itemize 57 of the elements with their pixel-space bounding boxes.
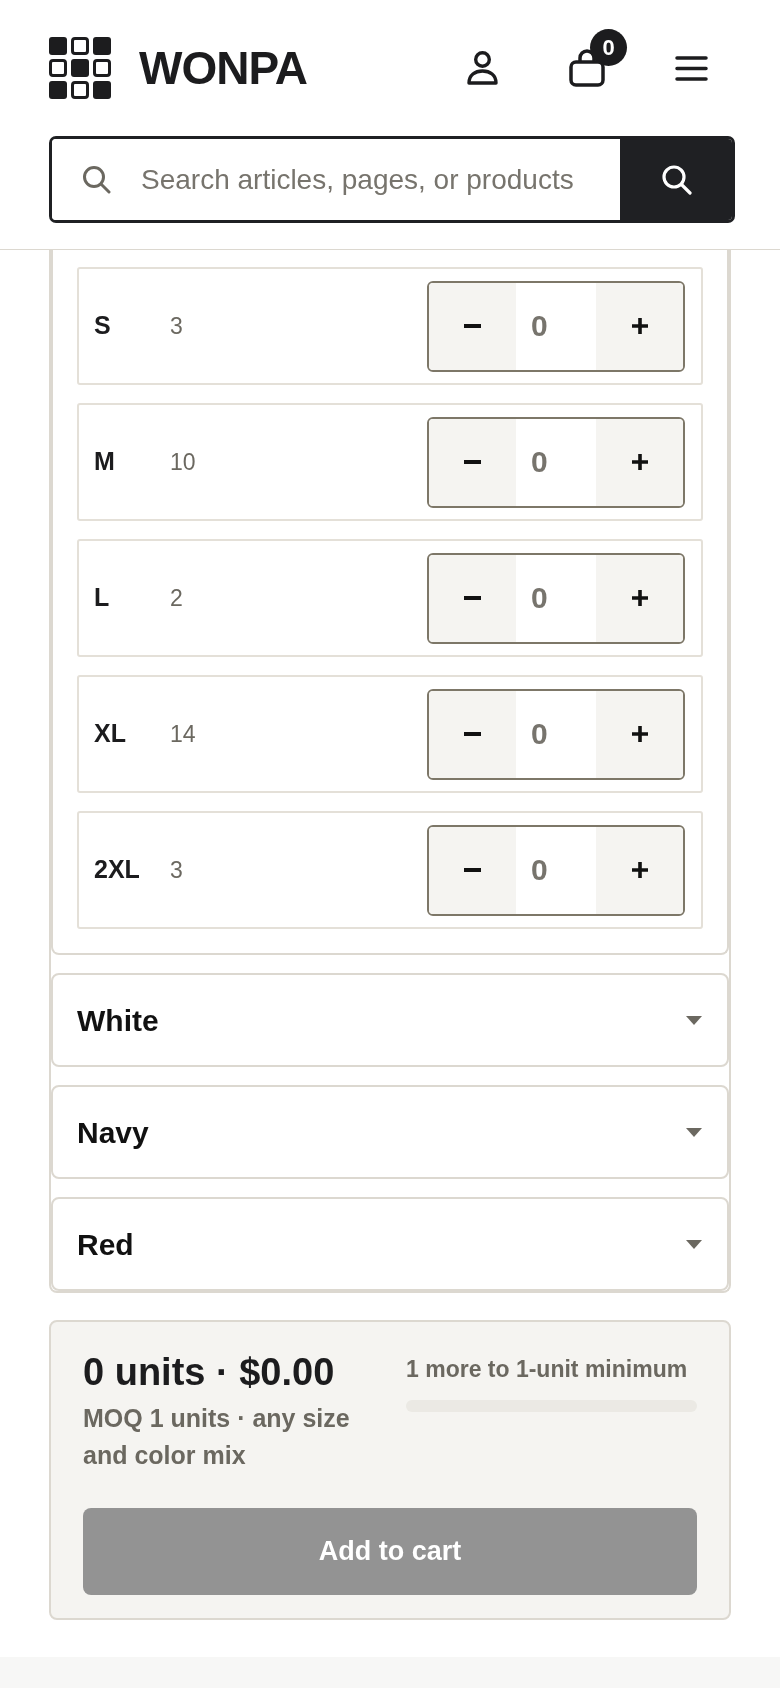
menu-icon [675,55,708,81]
stock-count: 14 [170,719,196,749]
increase-button[interactable] [596,690,683,778]
color-accordion-header[interactable]: Red [51,1197,729,1291]
stock-count: 3 [170,311,183,341]
size-label: 2XL [94,854,141,886]
increase-button[interactable] [596,282,683,370]
decrease-button[interactable] [429,554,516,642]
quantity-stepper[interactable]: 0 [427,552,685,644]
decrease-button[interactable] [429,282,516,370]
size-label: S [94,310,112,342]
decrease-button[interactable] [429,418,516,506]
search-button[interactable] [620,139,732,220]
plus-icon [631,726,648,742]
search-icon [660,164,692,195]
caret-icon [686,1239,702,1249]
cart-count-badge: 0 [590,29,627,66]
order-total: 0 units · $0.00 [83,1350,336,1395]
increase-button[interactable] [596,554,683,642]
minus-icon [464,324,481,328]
plus-icon [631,862,648,878]
person-icon [467,51,498,85]
caret-icon [686,1015,702,1025]
shopping-bag-icon [569,49,605,87]
quantity-stepper[interactable]: 0 [427,280,685,372]
increase-button[interactable] [596,418,683,506]
minus-icon [464,868,481,872]
decrease-button[interactable] [429,826,516,914]
quantity-stepper[interactable]: 0 [427,824,685,916]
size-label: L [94,582,111,614]
plus-icon [631,454,648,470]
minus-icon [464,596,481,600]
home-link[interactable]: WONPA [49,37,307,99]
stock-count: 3 [170,855,183,885]
menu-button[interactable] [675,55,708,81]
progress-label: 1 more to 1-unit minimum [406,1355,689,1384]
stock-count: 10 [170,447,196,477]
plus-icon [631,590,648,606]
moq-note: MOQ 1 units · any size and color mix [83,1403,351,1471]
search-icon [82,165,111,194]
decrease-button[interactable] [429,690,516,778]
logo-icon [49,37,111,99]
minus-icon [464,732,481,736]
account-button[interactable] [467,51,498,85]
color-accordion-header[interactable]: Navy [51,1085,729,1179]
size-label: XL [94,718,127,750]
quantity-stepper[interactable]: 0 [427,416,685,508]
quantity-stepper[interactable]: 0 [427,688,685,780]
caret-icon [686,1127,702,1137]
stock-count: 2 [170,583,183,613]
cart-button[interactable] [569,49,605,87]
size-label: M [94,446,116,478]
plus-icon [631,318,648,334]
color-accordion-header[interactable]: White [51,973,729,1067]
increase-button[interactable] [596,826,683,914]
search-input[interactable]: Search articles, pages, or products [141,139,620,220]
minus-icon [464,460,481,464]
